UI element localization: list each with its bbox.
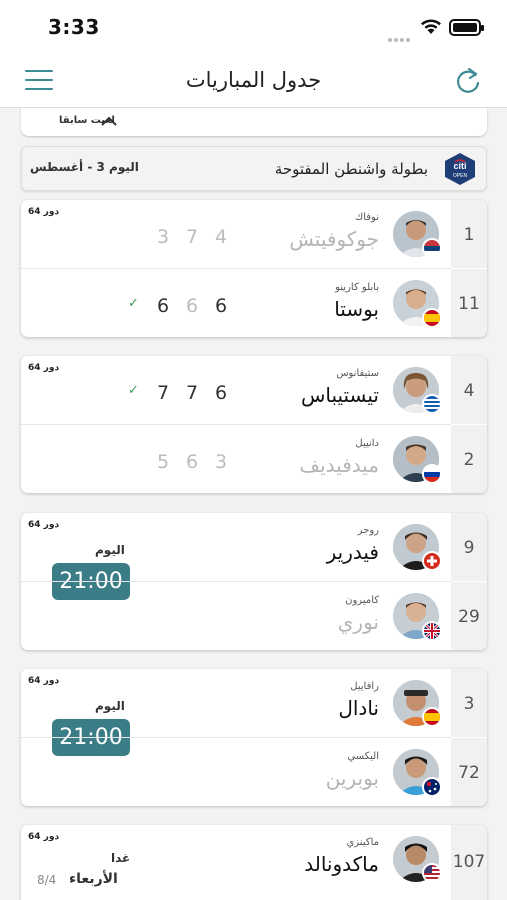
match-date-label: 8/4 [37, 873, 57, 887]
set-score: 6 [214, 382, 228, 404]
player-first-name: كاميرون [345, 595, 379, 606]
citi-open-logo: citi OPEN [445, 153, 475, 185]
player-last-name: ميدفيديف [299, 453, 379, 477]
match-day-label: غدا [111, 851, 131, 865]
flag-greece-icon [422, 394, 442, 414]
previous-matches-toggle[interactable]: لعبت سابقا [21, 108, 487, 136]
set-score: 6 [214, 295, 228, 317]
wifi-icon [421, 19, 441, 34]
round-label: دور 64 [28, 363, 60, 373]
flag-australia-icon [422, 777, 442, 797]
logo-text-top: citi [453, 161, 466, 171]
player-last-name: جوكوفيتش [289, 227, 379, 251]
player-seed: 1 [463, 225, 475, 245]
match-card[interactable]: دور 64 اليوم 21:00 9 روجر فيدرير 29 كامي… [21, 513, 487, 650]
player-first-name: دانييل [355, 438, 379, 449]
player-last-name: نادال [338, 696, 379, 720]
tournament-date: اليوم 3 - أغسطس [30, 160, 139, 174]
set-score: 7 [185, 382, 199, 404]
schedule-list[interactable]: لعبت سابقا citi OPEN بطولة واشنطن المفتو… [0, 108, 507, 900]
player-seed: 9 [463, 538, 475, 558]
match-card[interactable]: دور 64 1 نوفاك جوكوفيتش 4 7 3 11 بابلو ك [21, 200, 487, 337]
flag-switzerland-icon [422, 551, 442, 571]
player-last-name: فيدرير [326, 540, 379, 564]
match-card[interactable]: دور 64 غدا الأربعاء 8/4 107 ماكينزي ماكد… [21, 825, 487, 900]
flag-uk-icon [422, 621, 442, 641]
player-last-name: ماكدونالد [304, 852, 379, 876]
flag-russia-icon [422, 464, 442, 484]
status-bar: 3:33 [0, 0, 507, 56]
player-last-name: نوري [337, 610, 379, 634]
tournament-header: citi OPEN بطولة واشنطن المفتوحة اليوم 3 … [21, 146, 487, 191]
player-first-name: رافاييل [350, 681, 379, 692]
flag-spain-icon [422, 707, 442, 727]
set-score: 3 [214, 451, 228, 473]
set-score: 5 [156, 451, 170, 473]
flag-spain-icon [422, 308, 442, 328]
player-first-name: ستيفانوس [336, 368, 379, 379]
match-card[interactable]: دور 64 4 ستيفانوس تيستيباس 6 7 7 ✓ 2 دان… [21, 356, 487, 493]
round-label: دور 64 [28, 676, 60, 686]
winner-check-icon: ✓ [128, 383, 139, 398]
set-score: 7 [156, 382, 170, 404]
winner-check-icon: ✓ [128, 296, 139, 311]
set-score: 7 [185, 226, 199, 248]
player-first-name: بابلو كارينو [335, 282, 379, 293]
set-score: 6 [156, 295, 170, 317]
player-seed: 11 [458, 294, 480, 314]
round-label: دور 64 [28, 832, 60, 842]
flag-serbia-icon [422, 238, 442, 258]
match-day-label: اليوم [95, 699, 125, 713]
player-seed: 29 [458, 607, 480, 627]
tournament-name: بطولة واشنطن المفتوحة [274, 160, 428, 178]
player-first-name: ماكينزي [346, 837, 379, 848]
match-weekday-label: الأربعاء [69, 871, 118, 887]
player-last-name: تيستيباس [300, 383, 379, 407]
round-label: دور 64 [28, 207, 60, 217]
refresh-icon[interactable] [455, 66, 483, 96]
player-last-name: بوبرين [325, 766, 379, 790]
match-day-label: اليوم [95, 543, 125, 557]
player-first-name: اليكسي [347, 751, 379, 762]
player-seed: 3 [463, 694, 475, 714]
player-seed: 2 [463, 450, 475, 470]
round-label: دور 64 [28, 520, 60, 530]
logo-text-bottom: OPEN [453, 173, 468, 179]
match-card[interactable]: دور 64 اليوم 21:00 3 رافاييل نادال 72 ال… [21, 669, 487, 806]
player-seed: 4 [463, 381, 475, 401]
status-time: 3:33 [48, 15, 100, 39]
page-title: جدول المباريات [185, 68, 322, 92]
player-seed: 72 [458, 763, 480, 783]
set-score: 4 [214, 226, 228, 248]
player-first-name: روجر [357, 525, 379, 536]
set-score: 6 [185, 451, 199, 473]
cellular-icon [388, 27, 416, 42]
set-score: 6 [185, 295, 199, 317]
flag-usa-icon [422, 863, 442, 883]
player-first-name: نوفاك [354, 212, 379, 223]
player-last-name: بوستا [334, 297, 379, 321]
player-seed: 107 [452, 852, 486, 872]
nav-bar: جدول المباريات [0, 56, 507, 108]
chevron-up-icon [101, 116, 117, 126]
battery-icon [449, 19, 484, 36]
set-score: 3 [156, 226, 170, 248]
